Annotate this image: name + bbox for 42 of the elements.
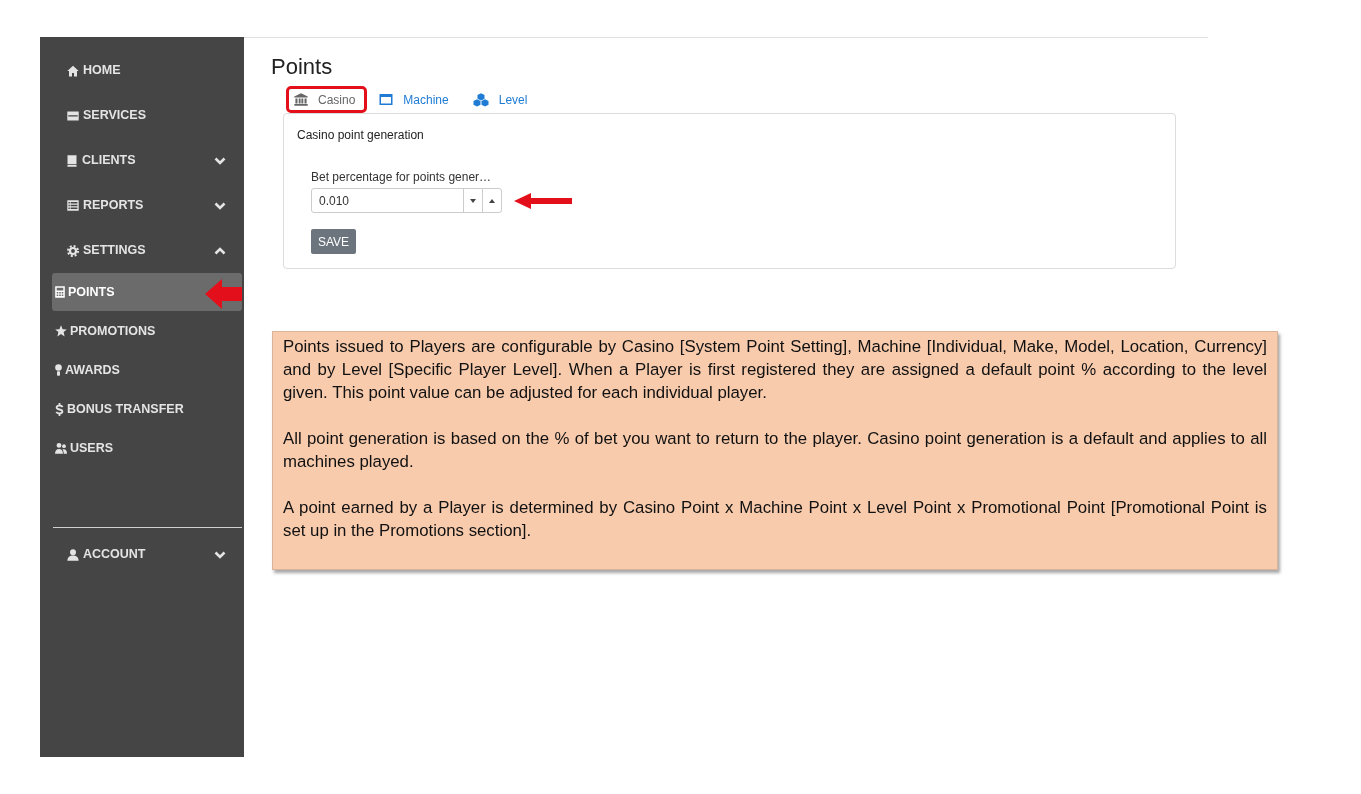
submenu-link[interactable]: AWARDS: [52, 351, 242, 389]
building-icon: [294, 93, 308, 106]
left-arrow-icon: [205, 279, 242, 309]
person-icon: [67, 548, 79, 561]
dollar-icon: [55, 402, 64, 416]
menu-link[interactable]: ACCOUNT: [40, 532, 244, 577]
number-input[interactable]: 0.010: [311, 188, 464, 213]
left-arrow-icon: [514, 192, 572, 209]
tab[interactable]: Level: [464, 86, 540, 113]
field-label: Bet percentage for points gener…: [311, 170, 493, 185]
card-icon: [67, 110, 79, 121]
submenu-link[interactable]: PROMOTIONS: [52, 312, 242, 350]
menu-link[interactable]: SERVICES: [40, 93, 244, 138]
panel-heading: Casino point generation: [297, 127, 425, 143]
menu-link[interactable]: HOME: [40, 48, 244, 93]
decrement-button[interactable]: [463, 188, 483, 213]
list-icon: [67, 200, 79, 211]
window-icon: [379, 94, 394, 105]
tab[interactable]: Casino: [286, 86, 368, 113]
menu-link[interactable]: CLIENTS: [40, 138, 244, 183]
submenu-link[interactable]: USERS: [52, 429, 242, 467]
book-icon: [67, 154, 78, 167]
submenu-link[interactable]: POINTS: [52, 273, 242, 311]
caret-down-icon: [470, 198, 476, 203]
cubes-icon: [472, 92, 489, 107]
gear-icon: [67, 244, 79, 257]
note-paragraph: All point generation is based on the % of bet you want to return to the player. Casino point generation is a default and applies to all machines played.: [283, 428, 1267, 473]
users-icon: [55, 442, 67, 454]
note-paragraph: Points issued to Players are configurable by Casino [System Point Setting], Machine [Individual, Make, Model, Location, Currency] and by Level [Specific Player Level]. When a Player is first registered they are assigned a default point % according to the level given. This point value can be adjusted for each individual player.: [283, 336, 1267, 404]
tab[interactable]: Machine: [371, 86, 461, 113]
page-title: Points: [271, 54, 334, 80]
note-paragraph: A point earned by a Player is determined by Casino Point x Machine Point x Level Point x Promotional Point [Promotional Point is set up in the Promotions section].: [283, 497, 1267, 542]
submenu-link[interactable]: BONUS TRANSFER: [52, 390, 242, 428]
calculator-icon: [55, 286, 65, 298]
star-icon: [55, 325, 67, 337]
pin-icon: [55, 364, 62, 376]
home-icon: [67, 64, 79, 77]
increment-button[interactable]: [482, 188, 502, 213]
save-button[interactable]: SAVE: [311, 229, 357, 254]
menu-link[interactable]: SETTINGS: [40, 228, 244, 273]
caret-up-icon: [489, 198, 495, 203]
menu-link[interactable]: REPORTS: [40, 183, 244, 228]
